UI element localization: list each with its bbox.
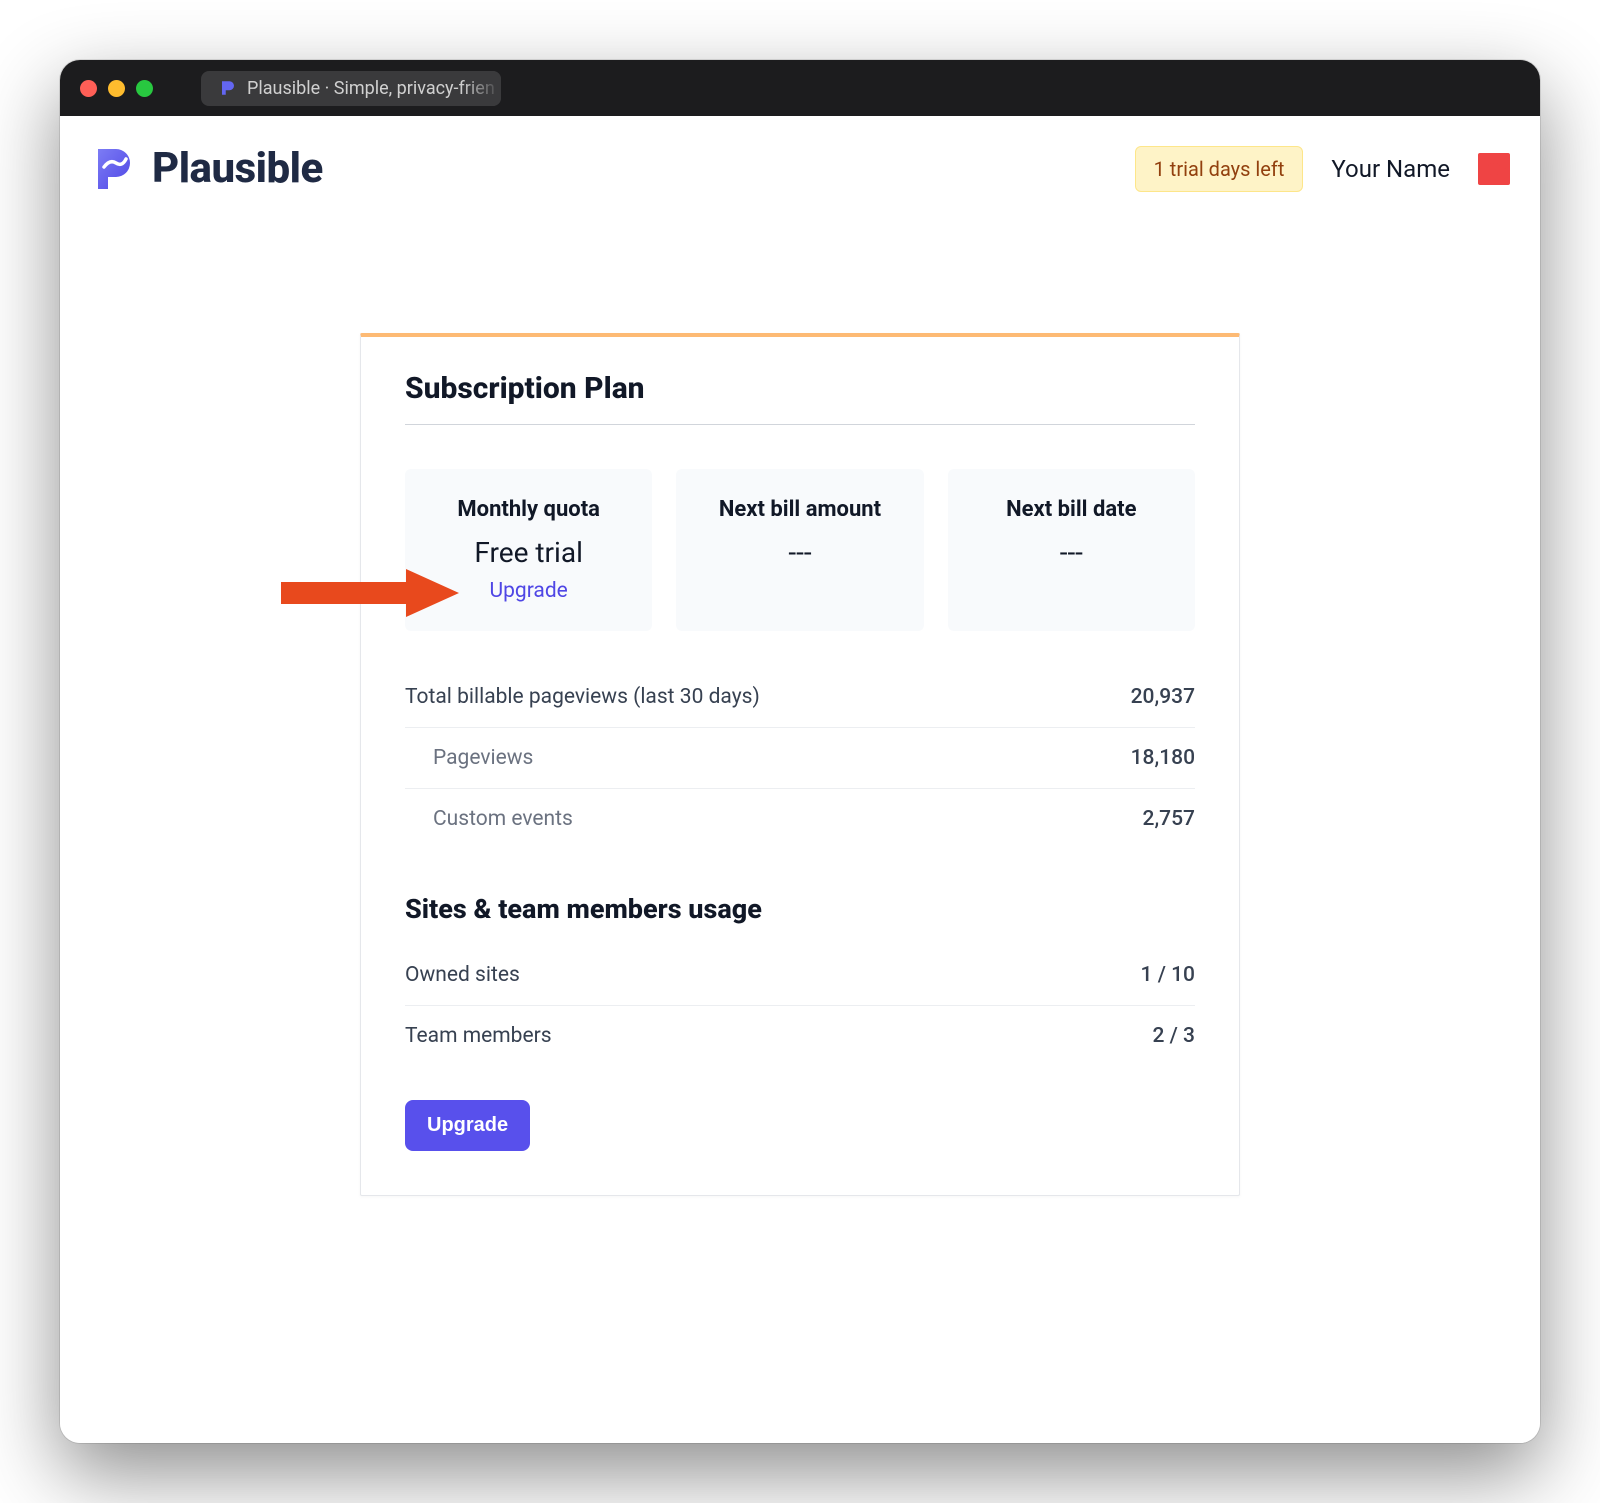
titlebar: Plausible · Simple, privacy-frien xyxy=(60,60,1540,116)
next-bill-date-tile: Next bill date --- xyxy=(948,469,1195,631)
tile-value: --- xyxy=(958,536,1185,569)
team-members-row: Team members 2 / 3 xyxy=(405,1005,1195,1066)
pageviews-row: Pageviews 18,180 xyxy=(405,727,1195,788)
row-label: Total billable pageviews (last 30 days) xyxy=(405,685,760,709)
avatar[interactable] xyxy=(1478,153,1510,185)
subscription-card: Subscription Plan Monthly quota Free tri… xyxy=(360,333,1240,1196)
tile-label: Next bill amount xyxy=(686,497,913,522)
browser-window: Plausible · Simple, privacy-frien Plausi… xyxy=(60,60,1540,1443)
app-header: Plausible 1 trial days left Your Name xyxy=(60,116,1540,203)
brand[interactable]: Plausible xyxy=(90,144,323,193)
row-value: 20,937 xyxy=(1131,685,1195,709)
owned-sites-row: Owned sites 1 / 10 xyxy=(405,945,1195,1005)
row-value: 1 / 10 xyxy=(1141,963,1195,987)
row-value: 18,180 xyxy=(1131,746,1195,770)
user-name[interactable]: Your Name xyxy=(1331,155,1450,183)
usage-title: Sites & team members usage xyxy=(405,893,1195,925)
window-controls xyxy=(80,80,153,97)
plausible-logo-icon xyxy=(90,145,138,193)
summary-tiles: Monthly quota Free trial Upgrade Next bi… xyxy=(405,469,1195,631)
browser-tab[interactable]: Plausible · Simple, privacy-frien xyxy=(201,71,501,106)
next-bill-amount-tile: Next bill amount --- xyxy=(676,469,923,631)
viewport: Plausible 1 trial days left Your Name xyxy=(60,116,1540,1443)
row-label: Owned sites xyxy=(405,963,520,987)
plausible-favicon-icon xyxy=(219,79,237,97)
custom-events-row: Custom events 2,757 xyxy=(405,788,1195,849)
annotation-arrow-icon xyxy=(281,563,461,627)
row-label: Custom events xyxy=(433,807,573,831)
minimize-window-button[interactable] xyxy=(108,80,125,97)
header-right: 1 trial days left Your Name xyxy=(1135,146,1510,192)
trial-badge[interactable]: 1 trial days left xyxy=(1135,146,1304,192)
row-label: Team members xyxy=(405,1024,552,1048)
section-title: Subscription Plan xyxy=(405,371,1195,425)
tab-title: Plausible · Simple, privacy-frien xyxy=(247,78,495,99)
row-value: 2 / 3 xyxy=(1152,1024,1195,1048)
tile-value: --- xyxy=(686,536,913,569)
upgrade-button[interactable]: Upgrade xyxy=(405,1100,530,1151)
close-window-button[interactable] xyxy=(80,80,97,97)
billable-total-row: Total billable pageviews (last 30 days) … xyxy=(405,667,1195,727)
tile-label: Monthly quota xyxy=(415,497,642,522)
row-value: 2,757 xyxy=(1143,807,1195,831)
brand-name: Plausible xyxy=(152,144,323,193)
maximize-window-button[interactable] xyxy=(136,80,153,97)
tile-label: Next bill date xyxy=(958,497,1185,522)
row-label: Pageviews xyxy=(433,746,533,770)
bug-icon xyxy=(1481,156,1507,182)
